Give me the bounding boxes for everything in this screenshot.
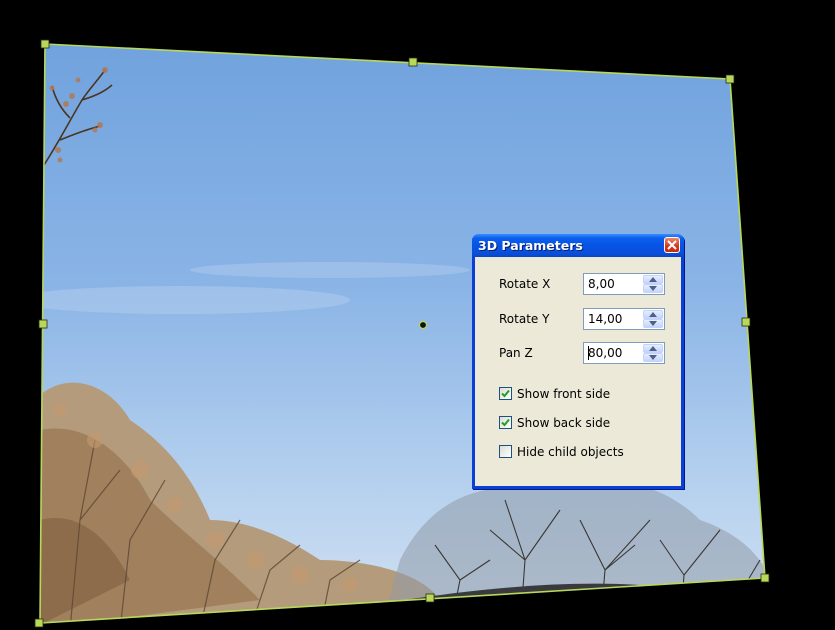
photo-layer xyxy=(40,44,765,623)
arrow-up-icon xyxy=(649,277,657,282)
arrow-down-icon xyxy=(649,355,657,360)
rotate-y-decrement-button[interactable] xyxy=(643,319,663,328)
rotate-x-decrement-button[interactable] xyxy=(643,284,663,293)
resize-handle-top-right[interactable] xyxy=(725,74,735,84)
resize-handle-bottom-left[interactable] xyxy=(34,618,44,628)
arrow-down-icon xyxy=(649,321,657,326)
rotation-center-handle[interactable] xyxy=(418,320,428,330)
rotate-x-increment-button[interactable] xyxy=(643,275,663,284)
checkbox-label: Show front side xyxy=(517,387,611,401)
arrow-down-icon xyxy=(649,286,657,291)
text-caret xyxy=(588,346,589,360)
checkbox-box[interactable] xyxy=(499,387,512,400)
arrow-up-icon xyxy=(649,346,657,351)
checkmark-icon xyxy=(501,418,510,427)
pan-z-decrement-button[interactable] xyxy=(643,353,663,362)
dialog-title: 3D Parameters xyxy=(478,238,583,253)
resize-handle-bottom-right[interactable] xyxy=(760,573,770,583)
checkmark-icon xyxy=(501,389,510,398)
dialog-title-bar[interactable]: 3D Parameters xyxy=(472,234,684,257)
rotate-x-spinbox[interactable] xyxy=(583,273,665,295)
close-button[interactable] xyxy=(664,237,680,253)
rotate-y-increment-button[interactable] xyxy=(643,310,663,319)
resize-handle-bottom[interactable] xyxy=(425,593,435,603)
resize-handle-top[interactable] xyxy=(408,57,418,67)
arrow-up-icon xyxy=(649,312,657,317)
checkbox-label: Hide child objects xyxy=(517,445,624,459)
pan-z-label: Pan Z xyxy=(499,346,533,360)
resize-handle-left[interactable] xyxy=(38,319,48,329)
pan-z-increment-button[interactable] xyxy=(643,344,663,353)
rotate-y-label: Rotate Y xyxy=(499,312,550,326)
checkbox-box[interactable] xyxy=(499,445,512,458)
rotate-y-input[interactable] xyxy=(584,309,646,329)
resize-handle-top-left[interactable] xyxy=(40,39,50,49)
resize-handle-right[interactable] xyxy=(741,317,751,327)
rotate-x-input[interactable] xyxy=(584,274,646,294)
checkbox-box[interactable] xyxy=(499,416,512,429)
pan-z-spinbox[interactable] xyxy=(583,342,665,364)
pan-z-input[interactable] xyxy=(584,343,646,363)
checkbox-label: Show back side xyxy=(517,416,611,430)
3d-parameters-dialog: 3D Parameters Rotate X Rotate Y xyxy=(472,234,684,489)
rotate-y-spinbox[interactable] xyxy=(583,308,665,330)
image-canvas xyxy=(34,39,770,628)
rotate-x-label: Rotate X xyxy=(499,277,551,291)
